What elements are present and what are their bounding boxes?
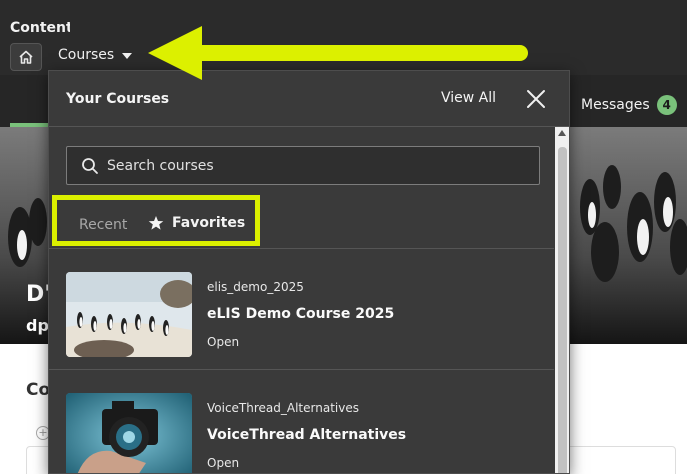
close-icon[interactable] xyxy=(525,88,547,110)
tab-content[interactable]: Content xyxy=(10,20,70,36)
view-all-link[interactable]: View All xyxy=(441,90,496,106)
course-name-link[interactable]: VoiceThread Alternatives xyxy=(207,427,406,443)
course-code: dp_ xyxy=(26,316,50,335)
scrollbar-thumb[interactable] xyxy=(558,147,567,473)
home-button[interactable] xyxy=(10,43,42,71)
course-status: Open xyxy=(207,456,240,470)
course-code-label: VoiceThread_Alternatives xyxy=(207,401,359,415)
panel-title: Your Courses xyxy=(66,91,170,107)
scroll-up-icon[interactable] xyxy=(558,130,566,136)
scrollbar[interactable] xyxy=(555,127,569,473)
search-input[interactable] xyxy=(107,157,527,174)
course-status: Open xyxy=(207,335,240,349)
search-box[interactable] xyxy=(66,146,540,185)
course-name-link[interactable]: eLIS Demo Course 2025 xyxy=(207,306,394,322)
course-code-label: elis_demo_2025 xyxy=(207,280,304,294)
courses-dropdown-panel: Your Courses View All Recent Favorites xyxy=(48,70,570,474)
yellow-arrow-annotation xyxy=(148,26,528,80)
messages-count-badge: 4 xyxy=(656,95,677,115)
course-title: D' xyxy=(26,282,50,307)
favorites-highlight-annotation xyxy=(52,195,260,246)
messages-label: Messages xyxy=(581,97,650,113)
course-list-item[interactable]: elis_demo_2025 eLIS Demo Course 2025 Ope… xyxy=(49,249,554,369)
messages-link[interactable]: Messages 4 xyxy=(581,95,677,115)
caret-down-icon xyxy=(122,52,133,59)
home-icon xyxy=(19,50,33,64)
camera-thumbnail xyxy=(66,393,192,473)
courses-menu-label: Courses xyxy=(58,47,115,63)
course-list-item[interactable]: VoiceThread_Alternatives VoiceThread Alt… xyxy=(49,369,554,473)
search-icon xyxy=(82,157,98,174)
page-heading: Co xyxy=(26,380,50,400)
penguins-thumbnail xyxy=(66,272,192,357)
courses-menu-button[interactable]: Courses xyxy=(58,47,133,63)
